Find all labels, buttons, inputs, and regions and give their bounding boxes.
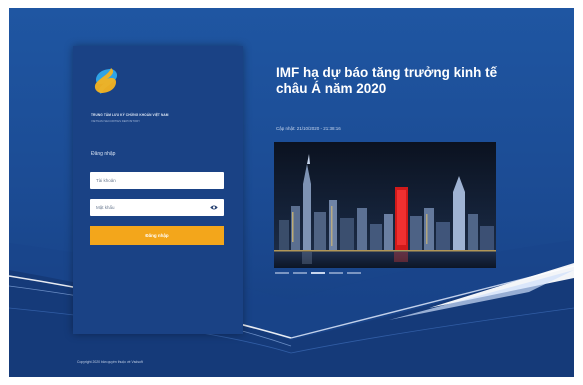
login-page: TRUNG TÂM LƯU KÝ CHỨNG KHOÁN VIỆT NAM VI… bbox=[9, 8, 574, 377]
organization-name-english: VIETNAM SECURITIES DEPOSITORY bbox=[91, 119, 141, 123]
carousel-dot[interactable] bbox=[347, 272, 361, 274]
organization-name: TRUNG TÂM LƯU KÝ CHỨNG KHOÁN VIỆT NAM bbox=[91, 113, 169, 117]
password-input[interactable] bbox=[96, 199, 206, 216]
news-image[interactable] bbox=[274, 142, 496, 268]
carousel-dot[interactable] bbox=[329, 272, 343, 274]
news-title[interactable]: IMF hạ dự báo tăng trưởng kinh tế châu Á… bbox=[276, 65, 516, 97]
carousel-dot[interactable] bbox=[293, 272, 307, 274]
username-input[interactable] bbox=[96, 172, 206, 189]
login-button[interactable]: Đăng nhập bbox=[90, 226, 224, 245]
password-field[interactable] bbox=[90, 199, 224, 216]
copyright-text: Copyright 2020 bản quyền thuộc về Vsdsof… bbox=[77, 360, 143, 364]
news-date: Cập nhật: 21/10/2020 - 21:38:16 bbox=[276, 126, 341, 131]
login-card: TRUNG TÂM LƯU KÝ CHỨNG KHOÁN VIỆT NAM VI… bbox=[73, 46, 243, 334]
s-swirl-logo-icon bbox=[94, 68, 118, 94]
carousel-indicators bbox=[275, 272, 385, 275]
carousel-dot-active[interactable] bbox=[311, 272, 325, 274]
carousel-dot[interactable] bbox=[275, 272, 289, 274]
eye-icon[interactable] bbox=[210, 204, 218, 211]
login-heading: Đăng nhập bbox=[91, 151, 116, 157]
username-field[interactable] bbox=[90, 172, 224, 189]
